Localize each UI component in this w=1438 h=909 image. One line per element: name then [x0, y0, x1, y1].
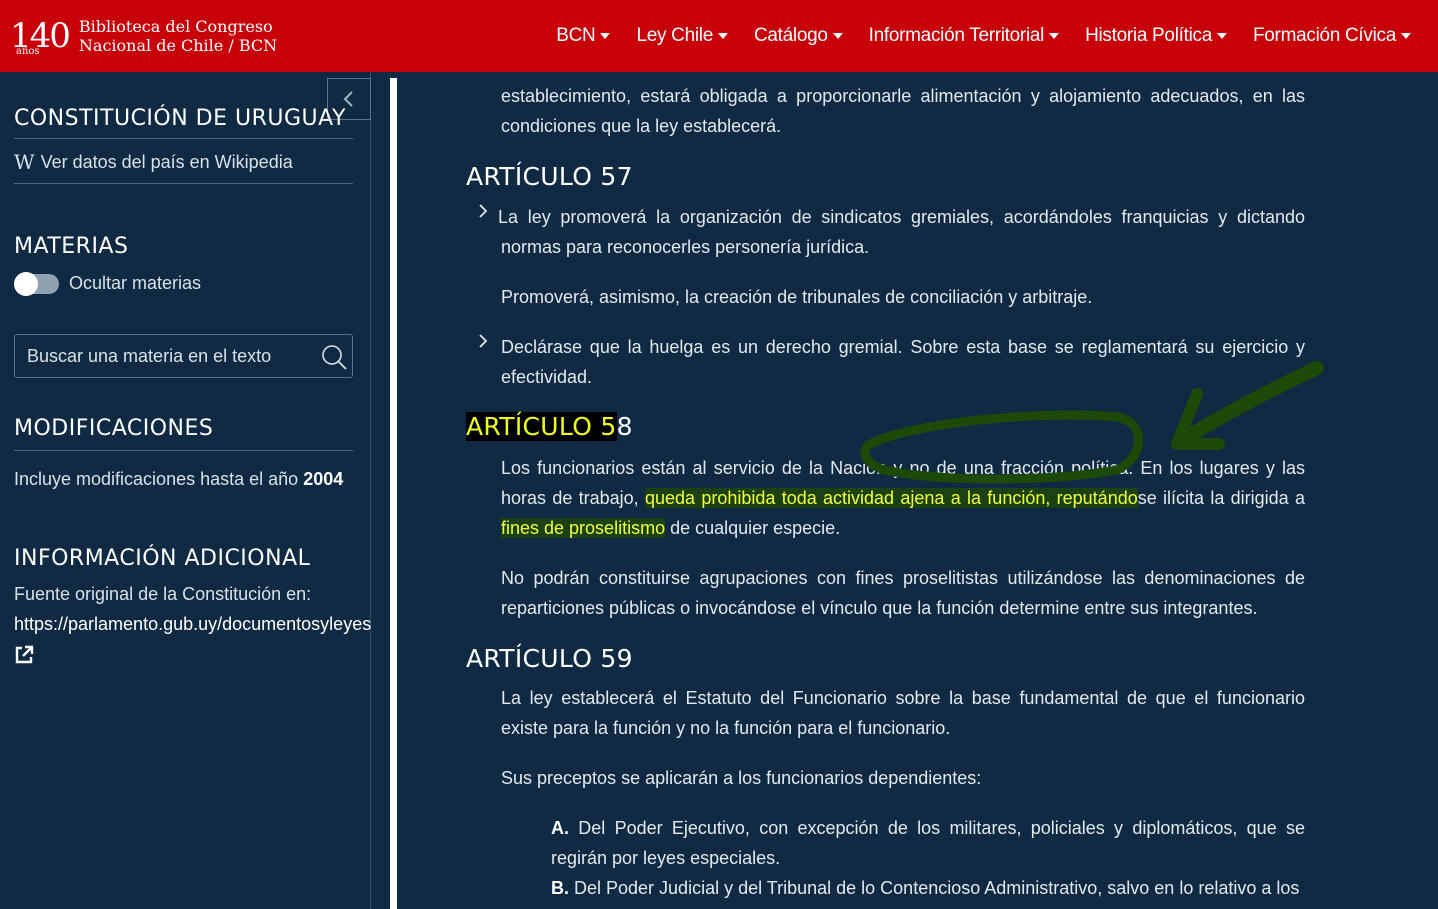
- highlighted-text: queda prohibida toda actividad ajena a l…: [644, 488, 1138, 508]
- source-url-link[interactable]: https://parlamento.gub.uy/documentosyley…: [14, 614, 371, 635]
- document-title: CONSTITUCIÓN DE URUGUAY: [14, 106, 346, 131]
- caret-down-icon: [1049, 33, 1060, 39]
- article-59-paragraph-1: La ley establecerá el Estatuto del Funci…: [501, 688, 1305, 738]
- nav-informacion-territorial[interactable]: Información Territorial: [856, 25, 1072, 47]
- ocultar-materias-toggle[interactable]: [14, 272, 59, 296]
- toggle-label: Ocultar materias: [69, 273, 202, 293]
- materias-heading: MATERIAS: [14, 234, 129, 259]
- caret-down-icon: [1216, 33, 1227, 39]
- article-59-item-a: A. Del Poder Ejecutivo, con excepción de…: [551, 818, 1305, 868]
- document-content: establecimiento, estará obligada a propo…: [397, 72, 1438, 909]
- article-57-paragraph-3: Declárase que la huelga es un derecho gr…: [501, 337, 1305, 387]
- article-57-title: ARTÍCULO 57: [466, 162, 633, 191]
- divider: [14, 450, 353, 451]
- modificaciones-year: 2004: [303, 469, 344, 489]
- nav-catalogo[interactable]: Catálogo: [741, 25, 856, 47]
- article-57-paragraph-2: Promoverá, asimismo, la creación de trib…: [501, 287, 1093, 307]
- nav-formacion-civica[interactable]: Formación Cívica: [1240, 25, 1424, 47]
- caret-down-icon: [717, 33, 728, 39]
- logo-line-2: Nacional de Chile / BCN: [78, 36, 278, 55]
- toggle-knob: [14, 272, 38, 296]
- highlighted-text: fines de proselitismo: [501, 518, 666, 538]
- bcn-logo[interactable]: 140 años Biblioteca del Congreso Naciona…: [10, 6, 277, 66]
- logo-text: Biblioteca del Congreso Nacional de Chil…: [79, 17, 277, 55]
- article-56-tail: establecimiento, estará obligada a propo…: [501, 86, 1305, 136]
- wikipedia-link[interactable]: W Ver datos del país en Wikipedia: [14, 150, 293, 174]
- nav-bcn[interactable]: BCN: [543, 25, 623, 47]
- article-59-paragraph-2: Sus preceptos se aplicarán a los funcion…: [501, 768, 982, 788]
- main-nav: BCN Ley Chile Catálogo Información Terri…: [543, 0, 1424, 72]
- wikipedia-link-label: Ver datos del país en Wikipedia: [40, 151, 293, 172]
- nav-historia-politica[interactable]: Historia Política: [1072, 25, 1240, 47]
- search-icon[interactable]: [320, 343, 348, 371]
- chevron-right-icon[interactable]: [477, 202, 489, 225]
- modificaciones-text: Incluye modificaciones hasta el año 2004: [14, 469, 344, 489]
- article-58-title: ARTÍCULO 58: [466, 412, 633, 441]
- article-59-title: ARTÍCULO 59: [466, 644, 633, 673]
- content-scroll-edge: [390, 78, 397, 909]
- divider: [14, 183, 353, 184]
- materia-search-box: [14, 334, 353, 378]
- article-57-paragraph-1: La ley promoverá la organización de sind…: [498, 207, 1305, 257]
- article-58-paragraph-2: No podrán constituirse agrupaciones con …: [501, 568, 1305, 618]
- chevron-right-icon[interactable]: [477, 332, 489, 355]
- caret-down-icon: [832, 33, 843, 39]
- divider: [14, 138, 353, 139]
- caret-down-icon: [1401, 33, 1411, 39]
- modificaciones-heading: MODIFICACIONES: [14, 416, 214, 441]
- wikipedia-icon: W: [14, 150, 35, 174]
- caret-down-icon: [600, 33, 611, 39]
- nav-ley-chile[interactable]: Ley Chile: [623, 25, 741, 47]
- logo-years: años: [16, 46, 40, 57]
- informacion-adicional-heading: INFORMACIÓN ADICIONAL: [14, 546, 311, 571]
- fuente-text: Fuente original de la Constitución en:: [14, 584, 312, 604]
- article-59-item-b: B. Del Poder Judicial y del Tribunal de …: [551, 878, 1300, 898]
- external-link-icon[interactable]: [14, 645, 34, 665]
- materia-search-input[interactable]: [15, 345, 305, 367]
- annotation-arrow-head: [1171, 388, 1225, 450]
- article-58-paragraph-1: Los funcionarios están al servicio de la…: [501, 458, 1305, 538]
- top-bar: 140 años Biblioteca del Congreso Naciona…: [0, 0, 1438, 72]
- sidebar: CONSTITUCIÓN DE URUGUAY W Ver datos del …: [0, 72, 371, 909]
- logo-line-1: Biblioteca del Congreso: [78, 17, 273, 36]
